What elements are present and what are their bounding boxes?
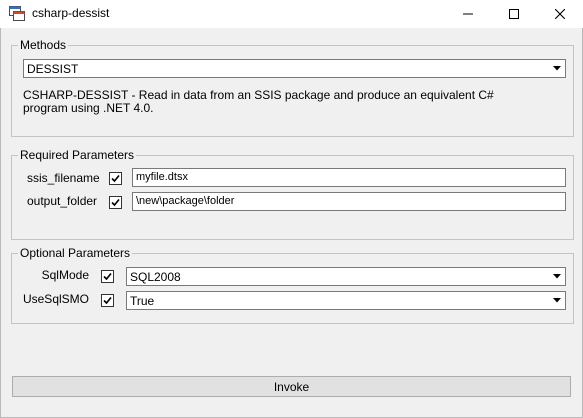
- param-input-output-folder[interactable]: \new\package\folder: [132, 192, 566, 211]
- minimize-button[interactable]: [445, 0, 491, 28]
- param-checkbox-usesqlsmo[interactable]: [101, 294, 114, 307]
- minimize-icon: [463, 13, 473, 15]
- param-input-output-folder-value: \new\package\folder: [136, 195, 235, 207]
- method-select[interactable]: DESSIST: [23, 59, 566, 78]
- optional-parameters-legend: Optional Parameters: [20, 246, 131, 260]
- checkmark-icon: [103, 296, 112, 305]
- param-select-usesqlsmo-value: True: [130, 294, 155, 308]
- maximize-button[interactable]: [491, 0, 537, 28]
- method-description: CSHARP-DESSIST - Read in data from an SS…: [23, 88, 494, 115]
- invoke-button[interactable]: Invoke: [12, 376, 571, 397]
- chevron-down-icon[interactable]: [548, 60, 565, 77]
- close-icon: [555, 9, 565, 19]
- chevron-down-icon[interactable]: [548, 292, 565, 309]
- close-button[interactable]: [537, 0, 583, 28]
- checkmark-icon: [111, 174, 120, 183]
- param-select-sqlmode-value: SQL2008: [130, 270, 181, 284]
- param-checkbox-sqlmode[interactable]: [101, 270, 114, 283]
- methods-legend: Methods: [20, 38, 67, 52]
- title-bar: csharp-dessist: [0, 0, 583, 28]
- window-title: csharp-dessist: [32, 6, 110, 20]
- required-parameters-legend: Required Parameters: [20, 148, 135, 162]
- window-body: Methods DESSIST CSHARP-DESSIST - Read in…: [0, 28, 583, 418]
- param-input-ssis-filename-value: myfile.dtsx: [136, 171, 188, 183]
- param-label-usesqlsmo: UseSqlSMO: [22, 292, 89, 306]
- param-label-ssis-filename: ssis_filename: [27, 171, 100, 185]
- param-checkbox-ssis-filename[interactable]: [109, 172, 122, 185]
- param-select-sqlmode[interactable]: SQL2008: [126, 267, 566, 286]
- checkmark-icon: [103, 272, 112, 281]
- param-input-ssis-filename[interactable]: myfile.dtsx: [132, 168, 566, 187]
- param-select-usesqlsmo[interactable]: True: [126, 291, 566, 310]
- maximize-icon: [509, 9, 519, 19]
- checkmark-icon: [111, 198, 120, 207]
- param-label-sqlmode: SqlMode: [41, 268, 89, 282]
- param-label-output-folder: output_folder: [27, 194, 98, 208]
- method-select-value: DESSIST: [27, 62, 79, 76]
- param-checkbox-output-folder[interactable]: [109, 196, 122, 209]
- chevron-down-icon[interactable]: [548, 268, 565, 285]
- application-icon[interactable]: [9, 6, 25, 22]
